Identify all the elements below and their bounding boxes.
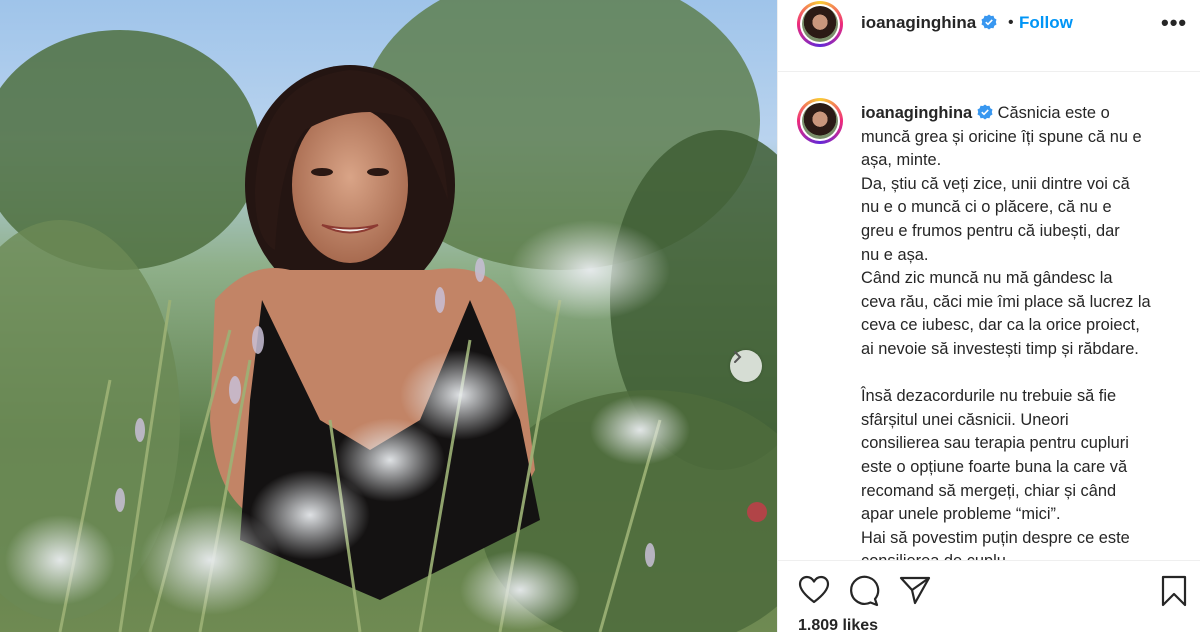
caption-line: Da, știu că veți zice, unii dintre voi c…	[861, 174, 1130, 193]
caption-line: recomand să mergeți, chiar și când	[861, 481, 1117, 500]
caption-line: Hai să povestim puțin despre ce este	[861, 528, 1130, 547]
photo-illustration	[0, 0, 777, 632]
comments-scroll-area[interactable]: ioanaginghina Căsnicia este o muncă grea…	[778, 72, 1200, 560]
caption-line: Însă dezacordurile nu trebuie să fie	[861, 387, 1117, 406]
caption-line: consilierea de cuplu.	[861, 550, 1183, 560]
bookmark-icon[interactable]	[1161, 575, 1187, 607]
caption-line: consilierea sau terapia pentru cupluri	[861, 434, 1129, 453]
caption-line: ai nevoie să investești timp și răbdare.	[861, 339, 1139, 358]
header-username[interactable]: ioanaginghina	[861, 13, 976, 32]
more-options-icon[interactable]: •••	[1161, 10, 1187, 36]
share-icon[interactable]	[899, 575, 931, 605]
caption-line: este o opțiune foarte buna la care vă	[861, 457, 1128, 476]
avatar[interactable]	[797, 1, 843, 47]
caption-line: apar unele probleme “mici”.	[861, 505, 1061, 524]
likes-count[interactable]: 1.809 likes	[798, 617, 878, 635]
caption-line: așa, minte.	[861, 151, 942, 170]
comment-icon[interactable]	[848, 575, 880, 607]
verified-badge-icon	[981, 14, 997, 30]
caption-line: ceva ce iubesc, dar ca la orice proiect,	[861, 316, 1140, 335]
carousel-next-button[interactable]	[730, 350, 762, 382]
caption-profile-photo	[802, 103, 838, 139]
chevron-right-icon	[734, 351, 742, 363]
caption-avatar[interactable]	[797, 98, 843, 144]
post-caption: ioanaginghina Căsnicia este o muncă grea…	[861, 102, 1183, 560]
caption-line: ceva rău, căci mie îmi place să lucrez l…	[861, 292, 1151, 311]
header-username-block: ioanaginghina	[861, 13, 997, 33]
caption-line: greu e frumos pentru că iubești, dar	[861, 221, 1120, 240]
caption-line: nu e o muncă ci o plăcere, că nu e	[861, 198, 1112, 217]
verified-badge-icon	[977, 104, 993, 120]
post-header: ioanaginghina • Follow •••	[778, 0, 1200, 72]
caption-line: muncă grea și oricine îți spune că nu e	[861, 127, 1142, 146]
caption-line: nu e așa.	[861, 245, 929, 264]
post-details-panel: ioanaginghina • Follow ••• ioanaginghina…	[777, 0, 1200, 635]
post-photo[interactable]	[0, 0, 777, 632]
profile-photo	[802, 6, 838, 42]
follow-button[interactable]: Follow	[1019, 13, 1073, 33]
header-separator: •	[1008, 14, 1014, 31]
caption-text-first: Căsnicia este o	[997, 104, 1110, 122]
heart-icon[interactable]	[798, 575, 830, 605]
caption-line: sfârșitul unei căsnicii. Uneori	[861, 410, 1069, 429]
caption-line: Când zic muncă nu mă gândesc la	[861, 269, 1113, 288]
caption-username[interactable]: ioanaginghina	[861, 104, 972, 122]
